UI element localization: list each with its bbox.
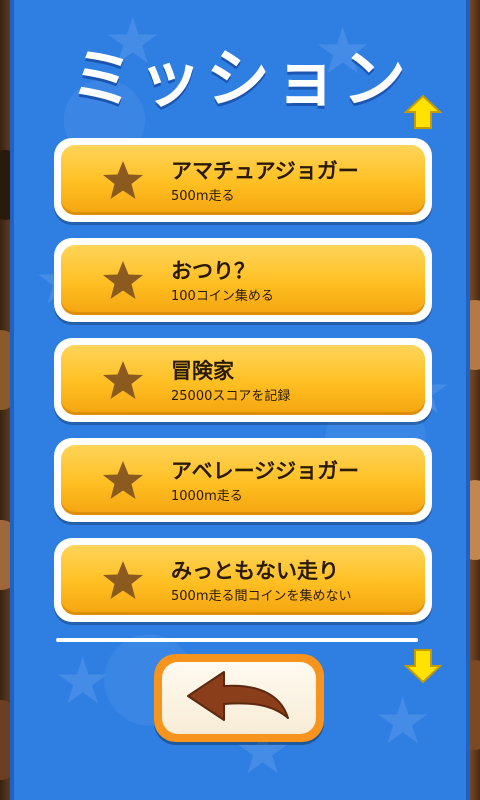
mission-name: 冒険家	[171, 359, 234, 383]
arrow-up-icon[interactable]	[404, 94, 442, 130]
mission-item[interactable]: みっともない走り 500m走る間コインを集めない	[54, 538, 432, 622]
mission-name: みっともない走り	[171, 559, 339, 583]
mission-name: おつり？	[171, 259, 255, 283]
star-icon	[103, 261, 143, 299]
mission-button[interactable]: みっともない走り 500m走る間コインを集めない	[61, 545, 425, 615]
list-end-divider	[56, 638, 418, 642]
star-icon	[103, 561, 143, 599]
mission-button[interactable]: アベレージジョガー 1000m走る	[61, 445, 425, 515]
mission-item[interactable]: アマチュアジョガー 500m走る	[54, 138, 432, 222]
star-icon	[103, 461, 143, 499]
mission-button[interactable]: おつり？ 100コイン集める	[61, 245, 425, 315]
mission-button[interactable]: 冒険家 25000スコアを記録	[61, 345, 425, 415]
back-button[interactable]	[154, 654, 324, 742]
mission-description: 1000m走る	[171, 489, 243, 504]
mission-description: 500m走る間コインを集めない	[171, 589, 352, 604]
arrow-down-icon[interactable]	[404, 648, 442, 684]
background-star-icon: ★	[54, 645, 112, 719]
back-arrow-icon	[187, 671, 289, 721]
mission-item[interactable]: おつり？ 100コイン集める	[54, 238, 432, 322]
mission-item[interactable]: アベレージジョガー 1000m走る	[54, 438, 432, 522]
background-star-icon: ★	[374, 685, 432, 759]
mission-name: アベレージジョガー	[171, 459, 360, 483]
star-icon	[103, 361, 143, 399]
mission-description: 500m走る	[171, 189, 235, 204]
mission-list: アマチュアジョガー 500m走る おつり？ 100コイン集める 冒険家 2500…	[54, 138, 432, 638]
mission-item[interactable]: 冒険家 25000スコアを記録	[54, 338, 432, 422]
mission-description: 100コイン集める	[171, 289, 274, 304]
mission-description: 25000スコアを記録	[171, 389, 291, 404]
star-icon	[103, 161, 143, 199]
mission-name: アマチュアジョガー	[171, 159, 359, 183]
mission-button[interactable]: アマチュアジョガー 500m走る	[61, 145, 425, 215]
